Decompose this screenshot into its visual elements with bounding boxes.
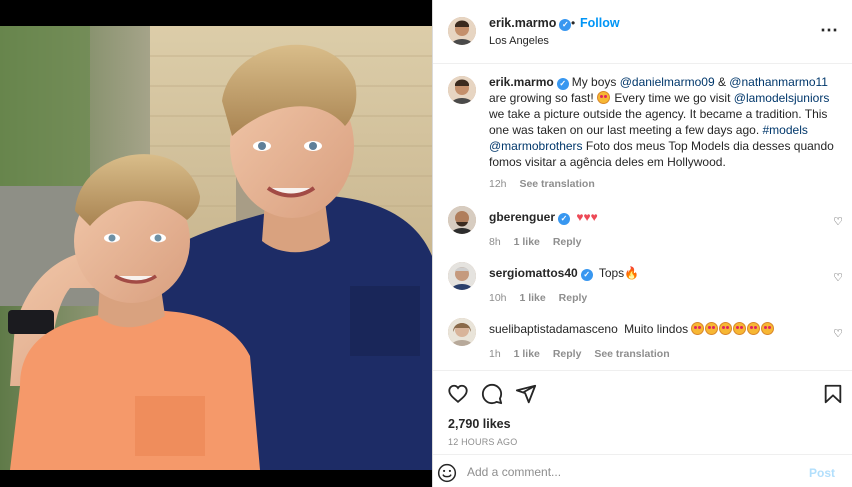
fire-emoji-icon: 🔥 [624, 266, 640, 280]
like-comment-heart-icon[interactable]: ♡ [833, 215, 843, 228]
caption-body: erik.marmo ✓ My boys @danielmarmo09 & @nat… [489, 74, 834, 192]
heart-eyes-emoji-icon [691, 322, 705, 335]
comment-likes[interactable]: 1 like [519, 292, 545, 304]
comment-text: Muito lindos [624, 322, 692, 336]
like-comment-heart-icon[interactable]: ♡ [833, 271, 843, 284]
caption-username-text: erik.marmo [489, 75, 554, 89]
caption-text: My boys [571, 75, 620, 89]
post-author-username[interactable]: erik.marmo ✓ [489, 16, 572, 31]
comment-icon[interactable] [481, 383, 503, 405]
comment-username[interactable]: gberenguer ✓ [489, 210, 571, 225]
comment-time[interactable]: 1h [489, 348, 501, 360]
add-comment-bar: Post [433, 454, 852, 487]
verified-badge-icon: ✓ [580, 269, 593, 281]
comment-meta: 1h 1 like Reply See translation [489, 346, 834, 362]
comment-body: suelibaptistadamasceno Muito lindos 1h 1… [489, 321, 834, 362]
comment-likes[interactable]: 1 like [514, 236, 540, 248]
heart-icon[interactable] [447, 383, 469, 405]
comment-body: gberenguer ✓ ♥♥♥ 8h 1 like Reply [489, 209, 834, 250]
post-actions-bar [433, 370, 852, 416]
comment-username-text: suelibaptistadamasceno [489, 322, 618, 336]
reply-button[interactable]: Reply [559, 292, 588, 304]
add-comment-input[interactable] [467, 461, 797, 483]
comments-list[interactable]: erik.marmo ✓ My boys @danielmarmo09 & @nat… [433, 64, 852, 369]
comment-username-text: sergiomattos40 [489, 266, 578, 280]
caption-text: Every time we go visit [611, 91, 734, 105]
comment-body: sergiomattos40 ✓ Tops🔥 10h 1 like Reply [489, 265, 834, 306]
mention-link[interactable]: @danielmarmo09 [620, 75, 715, 89]
reply-button[interactable]: Reply [553, 348, 582, 360]
see-translation-link[interactable]: See translation [594, 348, 669, 360]
comment-time[interactable]: 12h [489, 178, 507, 190]
post-author-username-text: erik.marmo [489, 16, 557, 30]
comment-text: Tops [598, 266, 625, 280]
post-comment-button[interactable]: Post [809, 466, 835, 480]
follow-button[interactable]: Follow [580, 16, 620, 30]
comment-item: suelibaptistadamasceno Muito lindos 1h 1… [433, 306, 852, 364]
comment-username[interactable]: suelibaptistadamasceno [489, 322, 618, 336]
comment-username-text: gberenguer [489, 210, 556, 224]
comment-meta: 8h 1 like Reply [489, 234, 834, 250]
post-location[interactable]: Los Angeles [489, 35, 549, 47]
post-header: erik.marmo ✓ • Follow Los Angeles ⋯ [433, 0, 852, 64]
heart-eyes-emoji-icon [705, 322, 719, 335]
hashtag-link[interactable]: #models [763, 123, 808, 137]
header-separator: • [571, 16, 576, 30]
bookmark-icon[interactable] [822, 383, 844, 405]
heart-eyes-emoji-icon [761, 322, 775, 335]
comment-meta: 10h 1 like Reply [489, 290, 834, 306]
avatar[interactable] [448, 17, 476, 45]
comment-meta: 12h See translation [489, 176, 834, 192]
avatar[interactable] [448, 76, 476, 104]
photo-top-bar [0, 0, 432, 26]
heart-eyes-emoji-icon [733, 322, 747, 335]
caption-text: & [714, 75, 730, 89]
heart-eyes-emoji-icon [747, 322, 761, 335]
post-photo-pane [0, 0, 432, 487]
post-photo[interactable] [0, 26, 432, 470]
photo-bottom-bar [0, 470, 432, 487]
mention-link[interactable]: @lamodelsjuniors [734, 91, 830, 105]
comment-item: gberenguer ✓ ♥♥♥ 8h 1 like Reply ♡ [433, 194, 852, 250]
likes-count[interactable]: 2,790 likes [448, 417, 511, 431]
verified-badge-icon: ✓ [556, 78, 569, 90]
post-photo-image [0, 26, 432, 470]
comment-likes[interactable]: 1 like [514, 348, 540, 360]
caption-text: are growing so fast! [489, 91, 598, 105]
heart-eyes-emoji-icon [597, 91, 611, 104]
comment-username[interactable]: sergiomattos40 ✓ [489, 266, 593, 281]
emoji-picker-icon[interactable] [437, 463, 457, 483]
comment-time[interactable]: 8h [489, 236, 501, 248]
see-translation-link[interactable]: See translation [519, 178, 594, 190]
reply-button[interactable]: Reply [553, 236, 582, 248]
heart-eyes-emoji-icon [719, 322, 733, 335]
mention-link[interactable]: @marmobrothers [489, 139, 583, 153]
comment-text: ♥♥♥ [576, 210, 598, 224]
post-caption: erik.marmo ✓ My boys @danielmarmo09 & @nat… [433, 64, 852, 192]
verified-badge-icon: ✓ [558, 213, 571, 225]
avatar[interactable] [448, 206, 476, 234]
post-side-panel: erik.marmo ✓ • Follow Los Angeles ⋯ erik.… [432, 0, 852, 487]
comment-item: sergiomattos40 ✓ Tops🔥 10h 1 like Reply ♡ [433, 250, 852, 306]
like-comment-heart-icon[interactable]: ♡ [833, 327, 843, 340]
comment-time[interactable]: 10h [489, 292, 507, 304]
caption-username[interactable]: erik.marmo ✓ [489, 75, 569, 90]
avatar[interactable] [448, 318, 476, 346]
more-options-icon[interactable]: ⋯ [820, 21, 839, 39]
mention-link[interactable]: @nathanmarmo11 [729, 75, 828, 89]
post-time-ago[interactable]: 12 HOURS AGO [448, 437, 517, 447]
share-icon[interactable] [515, 383, 537, 405]
avatar[interactable] [448, 262, 476, 290]
verified-badge-icon: ✓ [559, 19, 572, 31]
